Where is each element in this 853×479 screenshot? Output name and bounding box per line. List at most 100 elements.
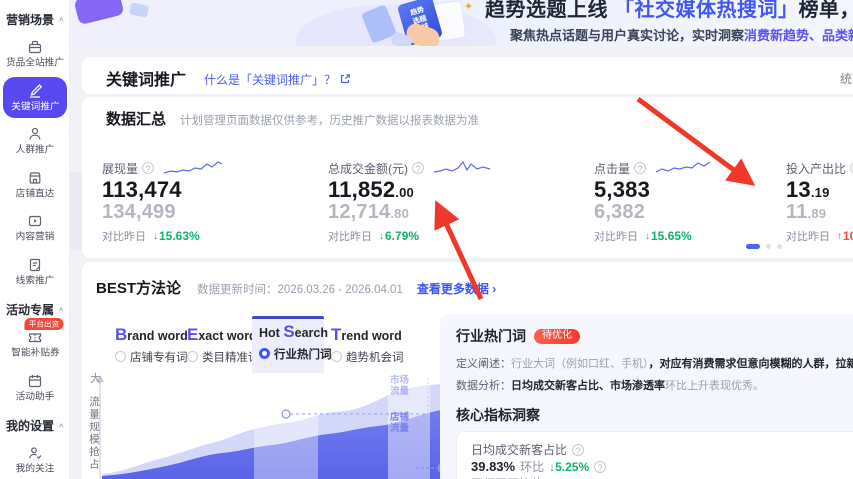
sidebar-section-settings[interactable]: 我的设置 ∧ xyxy=(0,410,69,437)
change-value: ↓ 15.65% xyxy=(645,229,692,244)
platform-funded-badge: 平台出资 xyxy=(24,318,64,331)
tab-trend-word[interactable]: Trend word 趋势机会词 xyxy=(324,316,404,373)
radio-icon[interactable] xyxy=(331,351,342,363)
sidebar-item-label: 人群推广 xyxy=(15,144,55,156)
promo-banner[interactable]: 趋势选题上线 ✦ 趋势选题上线 「社交媒体热搜词」榜单，精准捕捉 聚焦热点话题与… xyxy=(70,0,853,46)
sidebar-item-leads[interactable]: 线索推广 xyxy=(3,251,67,293)
audience-icon xyxy=(27,126,43,142)
sidebar-item-label: 我的关注 xyxy=(15,464,55,475)
content-icon xyxy=(27,213,43,229)
y-axis-label: 流量规模抢占 xyxy=(88,396,100,471)
best-methodology-card: BEST方法论 数据更新时间：2026.03.26 - 2026.04.01 查… xyxy=(82,262,853,479)
sidebar-item-audience[interactable]: 人群推广 xyxy=(3,120,67,162)
metric-prev-value: 11.89 xyxy=(786,201,827,224)
tab-label: 店铺专有词 xyxy=(130,351,188,364)
metric-value: 5,383 xyxy=(594,177,651,202)
view-more-data-link[interactable]: 查看更多数据 › xyxy=(417,280,496,297)
peer-average: 同行同层均值 34.34% xyxy=(471,475,587,479)
help-icon[interactable]: ? xyxy=(412,162,424,174)
sidebar-item-label: 关键词推广 xyxy=(10,101,60,112)
data-analysis-line: 数据分析：日均成交新客占比、市场渗透率环比上升表现优秀。 xyxy=(456,380,764,392)
page-title: 关键词推广 xyxy=(106,72,187,89)
best-title: BEST方法论 xyxy=(96,280,182,297)
sidebar-item-assistant[interactable]: 活动助手 xyxy=(3,367,67,409)
help-icon[interactable]: ? xyxy=(572,443,585,456)
section-label: 营销场景 xyxy=(6,13,55,27)
metric-clicks: 点击量 ? 5,383 6,382 对比昨日 ↓ 15.65% xyxy=(594,161,804,244)
radio-checked-icon[interactable] xyxy=(259,348,270,360)
core-insight-title: 核心指标洞察 xyxy=(456,407,540,423)
app-window: 营销场景 ∧ 货品全站推广 关键词推广 人群推广 店铺直达 内容营销 线索推广 xyxy=(0,0,853,479)
sidebar-item-shop[interactable]: 店铺直达 xyxy=(3,164,67,206)
help-icon[interactable]: ? xyxy=(634,162,647,174)
radio-icon[interactable] xyxy=(187,351,198,363)
store-all-icon xyxy=(27,39,43,55)
chevron-up-icon: ∧ xyxy=(58,421,65,430)
tab-label: 趋势机会词 xyxy=(346,351,404,364)
summary-note: 计划管理页面数据仅供参考，历史推广数据以报表数据为准 xyxy=(180,115,480,127)
compare-label: 对比昨日 xyxy=(594,231,638,244)
metric-label: 展现量 xyxy=(102,161,139,176)
sidebar-item-label: 线索推广 xyxy=(15,275,55,287)
chevron-up-icon: ∧ xyxy=(58,15,65,23)
update-time: 数据更新时间：2026.03.26 - 2026.04.01 xyxy=(197,284,403,296)
metric-value: 11,852.00 xyxy=(328,177,414,202)
help-link-label: 什么是「关键词推广」？ xyxy=(204,73,337,87)
what-is-keyword-link[interactable]: 什么是「关键词推广」？ xyxy=(204,71,351,88)
page-header-card: 关键词推广 什么是「关键词推广」？ 统 xyxy=(82,57,853,94)
section-label: 活动专属 xyxy=(6,303,55,318)
compare-label: 对比昨日 xyxy=(328,231,372,244)
carousel-dot[interactable] xyxy=(777,244,782,249)
sidebar-item-keyword[interactable]: 关键词推广 xyxy=(3,76,67,119)
sidebar-item-content[interactable]: 内容营销 xyxy=(3,207,67,249)
sidebar-item-store-all[interactable]: 货品全站推广 xyxy=(3,33,67,75)
market-traffic-label: 市场流量 xyxy=(390,375,410,397)
sidebar-item-coupon[interactable]: 平台出资 智能补贴券 xyxy=(3,318,67,365)
banner-deco-blob xyxy=(128,2,150,18)
sidebar-section-marketing[interactable]: 营销场景 ∧ xyxy=(0,4,69,31)
to-optimize-badge: 待优化 xyxy=(534,328,580,344)
carousel-dots[interactable] xyxy=(746,244,782,249)
follow-icon xyxy=(27,445,43,461)
industry-hot-word-panel: 行业热门词 待优化 定义阐述：行业大词（例如口红、手机），对应有消费需求但意向模… xyxy=(440,314,853,479)
section-label: 我的设置 xyxy=(6,419,55,434)
radio-icon[interactable] xyxy=(115,351,126,363)
sidebar-item-label: 货品全站推广 xyxy=(5,57,65,69)
definition-line: 定义阐述：行业大词（例如口红、手机），对应有消费需求但意向模糊的人群，拉新效果显… xyxy=(456,358,853,370)
traffic-scale-chart: 大 流量规模抢占 市场流量 店铺流量 xyxy=(84,373,450,479)
sidebar: 营销场景 ∧ 货品全站推广 关键词推广 人群推广 店铺直达 内容营销 线索推广 xyxy=(0,0,70,479)
metric-roi: 投入产出比 ? 13.19 11.89 对比昨日 ↑10.93% xyxy=(786,161,853,244)
change-value: ↑10.93% xyxy=(837,229,853,244)
sparkle-icon: ✦ xyxy=(464,1,474,13)
tab-label: 行业热门词 xyxy=(274,348,332,361)
tab-exact-word[interactable]: Exact word 类目精准词 xyxy=(180,316,260,373)
header-corner-text[interactable]: 统 xyxy=(840,70,852,87)
summary-title: 数据汇总 xyxy=(106,111,167,128)
leads-icon xyxy=(27,257,43,273)
sidebar-item-follow[interactable]: 我的关注 xyxy=(3,439,67,479)
compare-label: 对比昨日 xyxy=(102,231,146,244)
calendar-icon xyxy=(27,373,43,389)
metric-impressions: 展现量 ? 113,474 134,499 对比昨日 ↓ 15.63% xyxy=(102,161,312,244)
sparkline xyxy=(655,161,711,173)
help-icon[interactable]: ? xyxy=(594,460,607,473)
metric-label: 总成交金额(元) xyxy=(328,161,408,176)
tab-hot-search[interactable]: Hot Search 行业热门词 xyxy=(252,316,332,373)
chevron-up-icon: ∧ xyxy=(58,305,65,314)
hb-change: ↓5.25% xyxy=(549,459,590,474)
change-value: ↓ 15.63% xyxy=(153,229,200,244)
hb-label: 环比 xyxy=(520,460,545,474)
carousel-dot-active[interactable] xyxy=(746,244,760,249)
compare-label: 对比昨日 xyxy=(786,231,830,244)
carousel-dot[interactable] xyxy=(766,244,771,249)
tab-brand-word[interactable]: Brand word 店铺专有词 xyxy=(108,316,188,373)
coupon-icon xyxy=(27,329,43,345)
metric-prev-value: 6,382 xyxy=(594,201,646,224)
help-icon[interactable]: ? xyxy=(142,162,155,174)
insight-title: 行业热门词 xyxy=(456,328,526,344)
core-metric-name: 日均成交新客占比 xyxy=(471,443,568,457)
data-summary-card: 数据汇总 计划管理页面数据仅供参考，历史推广数据以报表数据为准 展现量 ? 11… xyxy=(82,97,853,258)
metric-label: 投入产出比 xyxy=(786,161,847,176)
sidebar-item-label: 店铺直达 xyxy=(15,188,55,200)
sparkline xyxy=(163,161,223,174)
